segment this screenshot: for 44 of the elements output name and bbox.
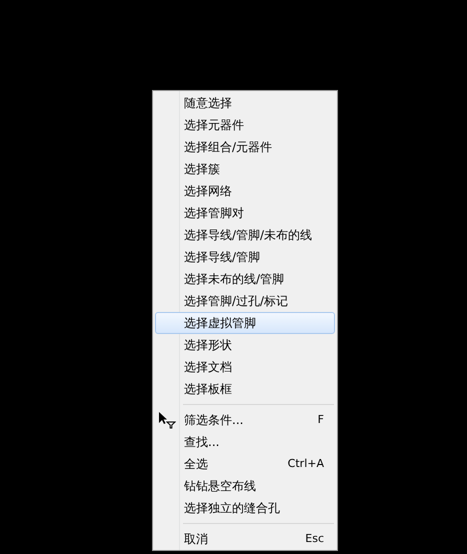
menu-item-label: 选择管脚对: [184, 205, 245, 222]
menu-item[interactable]: 钻钻悬空布线: [155, 475, 335, 497]
menu-item[interactable]: 选择独立的缝合孔: [155, 497, 335, 519]
menu-item-label: 选择管脚/过孔/标记: [184, 293, 290, 310]
menu-item-label: 选择文档: [184, 359, 233, 376]
menu-item[interactable]: 筛选条件... F: [155, 409, 335, 431]
menu-item[interactable]: 选择未布的线/管脚: [155, 268, 335, 290]
menu-item-label: 钻钻悬空布线: [184, 478, 257, 495]
menu-item-label: 选择独立的缝合孔: [184, 500, 281, 517]
menu-item[interactable]: 选择导线/管脚: [155, 246, 335, 268]
menu-item-label: 选择网络: [184, 183, 233, 200]
menu-item-label: 选择未布的线/管脚: [184, 271, 286, 288]
menu-item-label: 筛选条件...: [184, 412, 244, 429]
menu-item-label: 选择形状: [184, 337, 233, 354]
menu-item[interactable]: 选择管脚对: [155, 202, 335, 224]
menu-item[interactable]: 查找...: [155, 431, 335, 453]
menu-item[interactable]: 选择元器件: [155, 114, 335, 136]
shortcut-text: F: [318, 412, 324, 428]
menu-item-label: 取消: [184, 531, 209, 548]
menu-item[interactable]: 取消 Esc: [155, 528, 335, 550]
shortcut-text: Esc: [305, 530, 324, 547]
menu-item-label: 查找...: [184, 434, 220, 451]
menu-item-label: 选择导线/管脚/未布的线: [184, 227, 314, 244]
menu-item-label: 全选: [184, 456, 209, 473]
menu-item[interactable]: 选择板框: [155, 378, 335, 400]
menu-item[interactable]: 选择虚拟管脚: [155, 312, 335, 334]
menu-item-label: 选择组合/元器件: [184, 139, 274, 156]
menu-item[interactable]: 选择形状: [155, 334, 335, 356]
menu-item-label: 选择簇: [184, 161, 221, 178]
menu-item[interactable]: 选择网络: [155, 180, 335, 202]
menu-item-label: 选择板框: [184, 381, 233, 398]
shortcut-text: Ctrl+A: [288, 456, 324, 472]
menu-item-label: 选择元器件: [184, 117, 245, 134]
menu-item[interactable]: 全选 Ctrl+A: [155, 453, 335, 475]
menu-item[interactable]: 选择管脚/过孔/标记: [155, 290, 335, 312]
menu-item[interactable]: 随意选择: [155, 92, 335, 114]
menu-item[interactable]: 选择导线/管脚/未布的线: [155, 224, 335, 246]
menu-item[interactable]: 选择组合/元器件: [155, 136, 335, 158]
menu-item[interactable]: 选择文档: [155, 356, 335, 378]
menu-item-label: 选择导线/管脚: [184, 249, 262, 266]
menu-item-label: 选择虚拟管脚: [184, 315, 257, 332]
filter-cursor-icon: [158, 411, 176, 429]
menu-item[interactable]: 选择簇: [155, 158, 335, 180]
menu-item-label: 随意选择: [184, 95, 233, 112]
